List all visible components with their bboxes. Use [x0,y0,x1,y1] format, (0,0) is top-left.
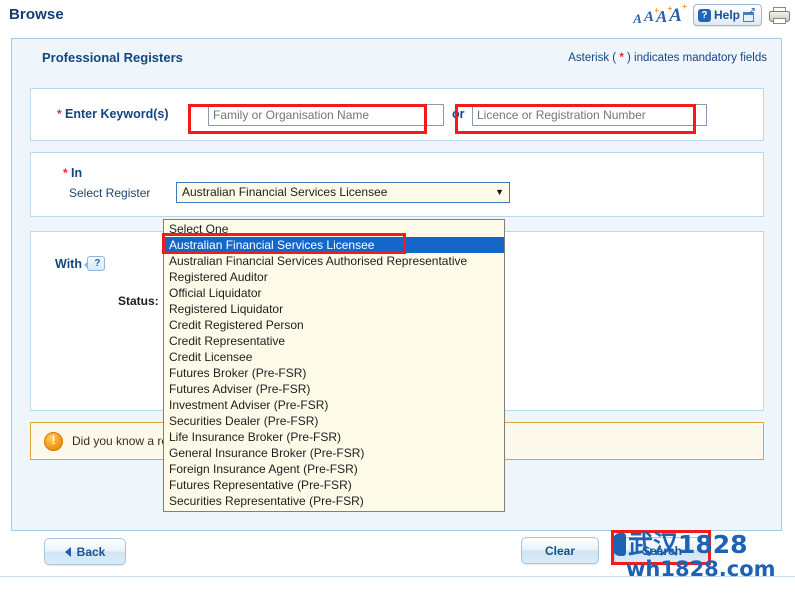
font-size-smallest-icon[interactable]: A [633,12,642,25]
keywords-section: * Enter Keyword(s) or [30,88,764,141]
footer-divider [0,576,795,577]
plus-glyph: + [682,1,687,11]
font-size-controls[interactable]: A A + A + A + [633,2,687,25]
register-option[interactable]: Registered Liquidator [164,301,504,317]
font-size-large-icon[interactable]: A + [669,2,687,25]
new-window-icon: ↗ [743,6,756,22]
register-option[interactable]: Investment Adviser (Pre-FSR) [164,397,504,413]
enter-keywords-label: * Enter Keyword(s) [57,107,169,121]
register-option[interactable]: General Insurance Broker (Pre-FSR) [164,445,504,461]
search-button[interactable]: Search [614,537,710,564]
in-section-label: * In [63,166,82,180]
panel-header: Professional Registers Asterisk ( * ) in… [12,39,781,75]
required-asterisk: * [63,166,68,180]
register-option[interactable]: Futures Adviser (Pre-FSR) [164,381,504,397]
search-licence-number-input[interactable] [472,104,707,126]
select-register-dropdown[interactable]: Australian Financial Services Licensee ▼ [176,182,510,203]
footer-actions: Back Clear Search [0,531,795,583]
with-label-text: With [55,256,82,271]
arrow-left-icon [64,546,71,557]
register-option[interactable]: Credit Licensee [164,349,504,365]
register-option[interactable]: Futures Representative (Pre-FSR) [164,477,504,493]
clear-button-label: Clear [544,543,576,558]
mandatory-note-prefix: Asterisk ( [568,52,620,64]
register-option[interactable]: Securities Dealer (Pre-FSR) [164,413,504,429]
register-option[interactable]: Australian Financial Services Authorised… [164,253,504,269]
register-option[interactable]: Registered Auditor [164,269,504,285]
page-title: Browse [9,6,64,23]
font-size-small-icon[interactable]: A + [644,6,659,25]
help-button-label: Help [713,8,740,22]
font-size-medium-icon[interactable]: A + [656,4,672,25]
register-option[interactable]: Securities Representative (Pre-FSR) [164,493,504,509]
required-asterisk: * [57,107,62,121]
register-option[interactable]: Select One [164,221,504,237]
register-section: * In Select Register Australian Financia… [30,152,764,217]
question-mark-icon: ? [697,8,711,22]
register-option[interactable]: Official Liquidator [164,285,504,301]
with-label: With ? [55,256,105,271]
question-mark-tooltip-icon[interactable]: ? [83,256,105,271]
register-option[interactable]: Life Insurance Broker (Pre-FSR) [164,429,504,445]
register-option[interactable]: Credit Representative [164,333,504,349]
mandatory-fields-note: Asterisk ( * ) indicates mandatory field… [568,52,767,64]
select-register-label: Select Register [69,186,151,200]
status-label: Status: [118,294,159,308]
back-button[interactable]: Back [44,538,126,565]
register-option[interactable]: Australian Financial Services Licensee [164,237,504,253]
in-label-text: In [71,166,83,180]
topbar-tools: A A + A + A + ? Help ↗ [633,2,790,26]
printer-icon[interactable] [769,6,790,24]
help-button[interactable]: ? Help ↗ [692,4,762,26]
register-option[interactable]: Credit Registered Person [164,317,504,333]
exclamation-icon: ! [44,431,63,451]
back-button-label: Back [76,544,106,559]
register-option[interactable]: Foreign Insurance Agent (Pre-FSR) [164,461,504,477]
search-button-label: Search [641,543,683,558]
register-option[interactable]: Futures Broker (Pre-FSR) [164,365,504,381]
clear-button[interactable]: Clear [521,537,599,564]
enter-keywords-label-text: Enter Keyword(s) [65,107,169,121]
register-options-list[interactable]: Select One Australian Financial Services … [163,219,505,512]
panel-title: Professional Registers [42,50,183,65]
mandatory-note-suffix: ) indicates mandatory fields [623,52,767,64]
select-register-value: Australian Financial Services Licensee [182,185,388,199]
top-bar: Browse A A + A + A + ? Help ↗ [0,0,795,33]
search-keyword-name-input[interactable] [208,104,444,126]
or-separator-label: or [452,107,465,121]
chevron-down-icon: ▼ [495,187,504,197]
